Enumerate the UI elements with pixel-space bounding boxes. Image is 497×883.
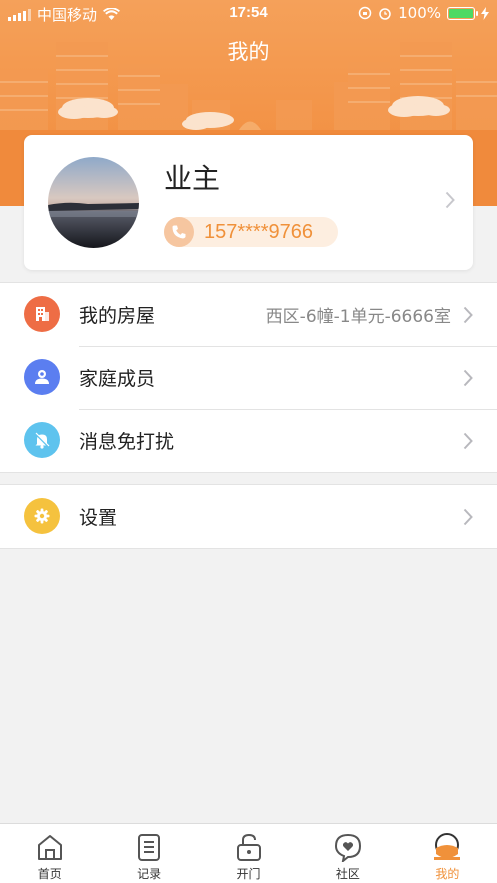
menu-item-family-members[interactable]: 家庭成员 (0, 346, 497, 409)
chevron-right-icon (445, 191, 455, 209)
chevron-right-icon (463, 432, 473, 450)
menu-item-do-not-disturb[interactable]: 消息免打扰 (0, 409, 497, 472)
family-member-icon (24, 359, 60, 395)
tab-bar: 首页 记录 开门 社区 我的 (0, 823, 497, 883)
phone-icon (164, 217, 194, 247)
menu-group-main: 我的房屋 西区-6幢-1单元-6666室 家庭成员 消息免打扰 (0, 282, 497, 473)
tab-mine[interactable]: 我的 (398, 824, 497, 883)
menu-label: 消息免打扰 (79, 431, 175, 453)
home-icon (37, 835, 62, 860)
tab-label: 开门 (236, 867, 261, 881)
menu-group-settings: 设置 (0, 484, 497, 549)
tab-records[interactable]: 记录 (99, 824, 198, 883)
tab-label: 社区 (335, 867, 360, 881)
alarm-icon (379, 8, 391, 20)
profile-card[interactable]: 业主 157****9766 (24, 135, 473, 270)
avatar[interactable] (48, 157, 139, 248)
bell-mute-icon (24, 422, 60, 458)
gear-icon (24, 498, 60, 534)
chevron-right-icon (463, 508, 473, 526)
profile-name: 业主 (164, 162, 221, 195)
tab-community[interactable]: 社区 (298, 824, 397, 883)
record-icon (138, 834, 161, 861)
chevron-right-icon (463, 306, 473, 324)
building-icon (24, 296, 60, 332)
tab-label: 记录 (137, 867, 162, 881)
charging-icon (481, 6, 489, 20)
battery-icon (447, 6, 478, 20)
community-icon (334, 833, 361, 862)
chevron-right-icon (463, 369, 473, 387)
house-address: 西区-6幢-1单元-6666室 (265, 307, 451, 327)
phone-badge: 157****9766 (164, 217, 338, 247)
unlock-icon (236, 833, 261, 861)
menu-item-my-house[interactable]: 我的房屋 西区-6幢-1单元-6666室 (0, 283, 497, 346)
menu-item-settings[interactable]: 设置 (0, 485, 497, 548)
battery-percent: 100% (398, 4, 441, 22)
tab-label: 我的 (435, 867, 460, 881)
menu-label: 设置 (79, 507, 118, 529)
page-title: 我的 (227, 40, 270, 64)
status-bar: 中国移动 17:54 100% (0, 0, 497, 26)
tab-open-door[interactable]: 开门 (199, 824, 298, 883)
tab-label: 首页 (37, 867, 62, 881)
menu-label: 家庭成员 (79, 368, 156, 390)
menu-label: 我的房屋 (79, 305, 156, 327)
phone-number: 157****9766 (204, 220, 313, 243)
tab-home[interactable]: 首页 (0, 824, 99, 883)
rotation-lock-icon (358, 6, 372, 20)
profile-icon (434, 833, 461, 860)
